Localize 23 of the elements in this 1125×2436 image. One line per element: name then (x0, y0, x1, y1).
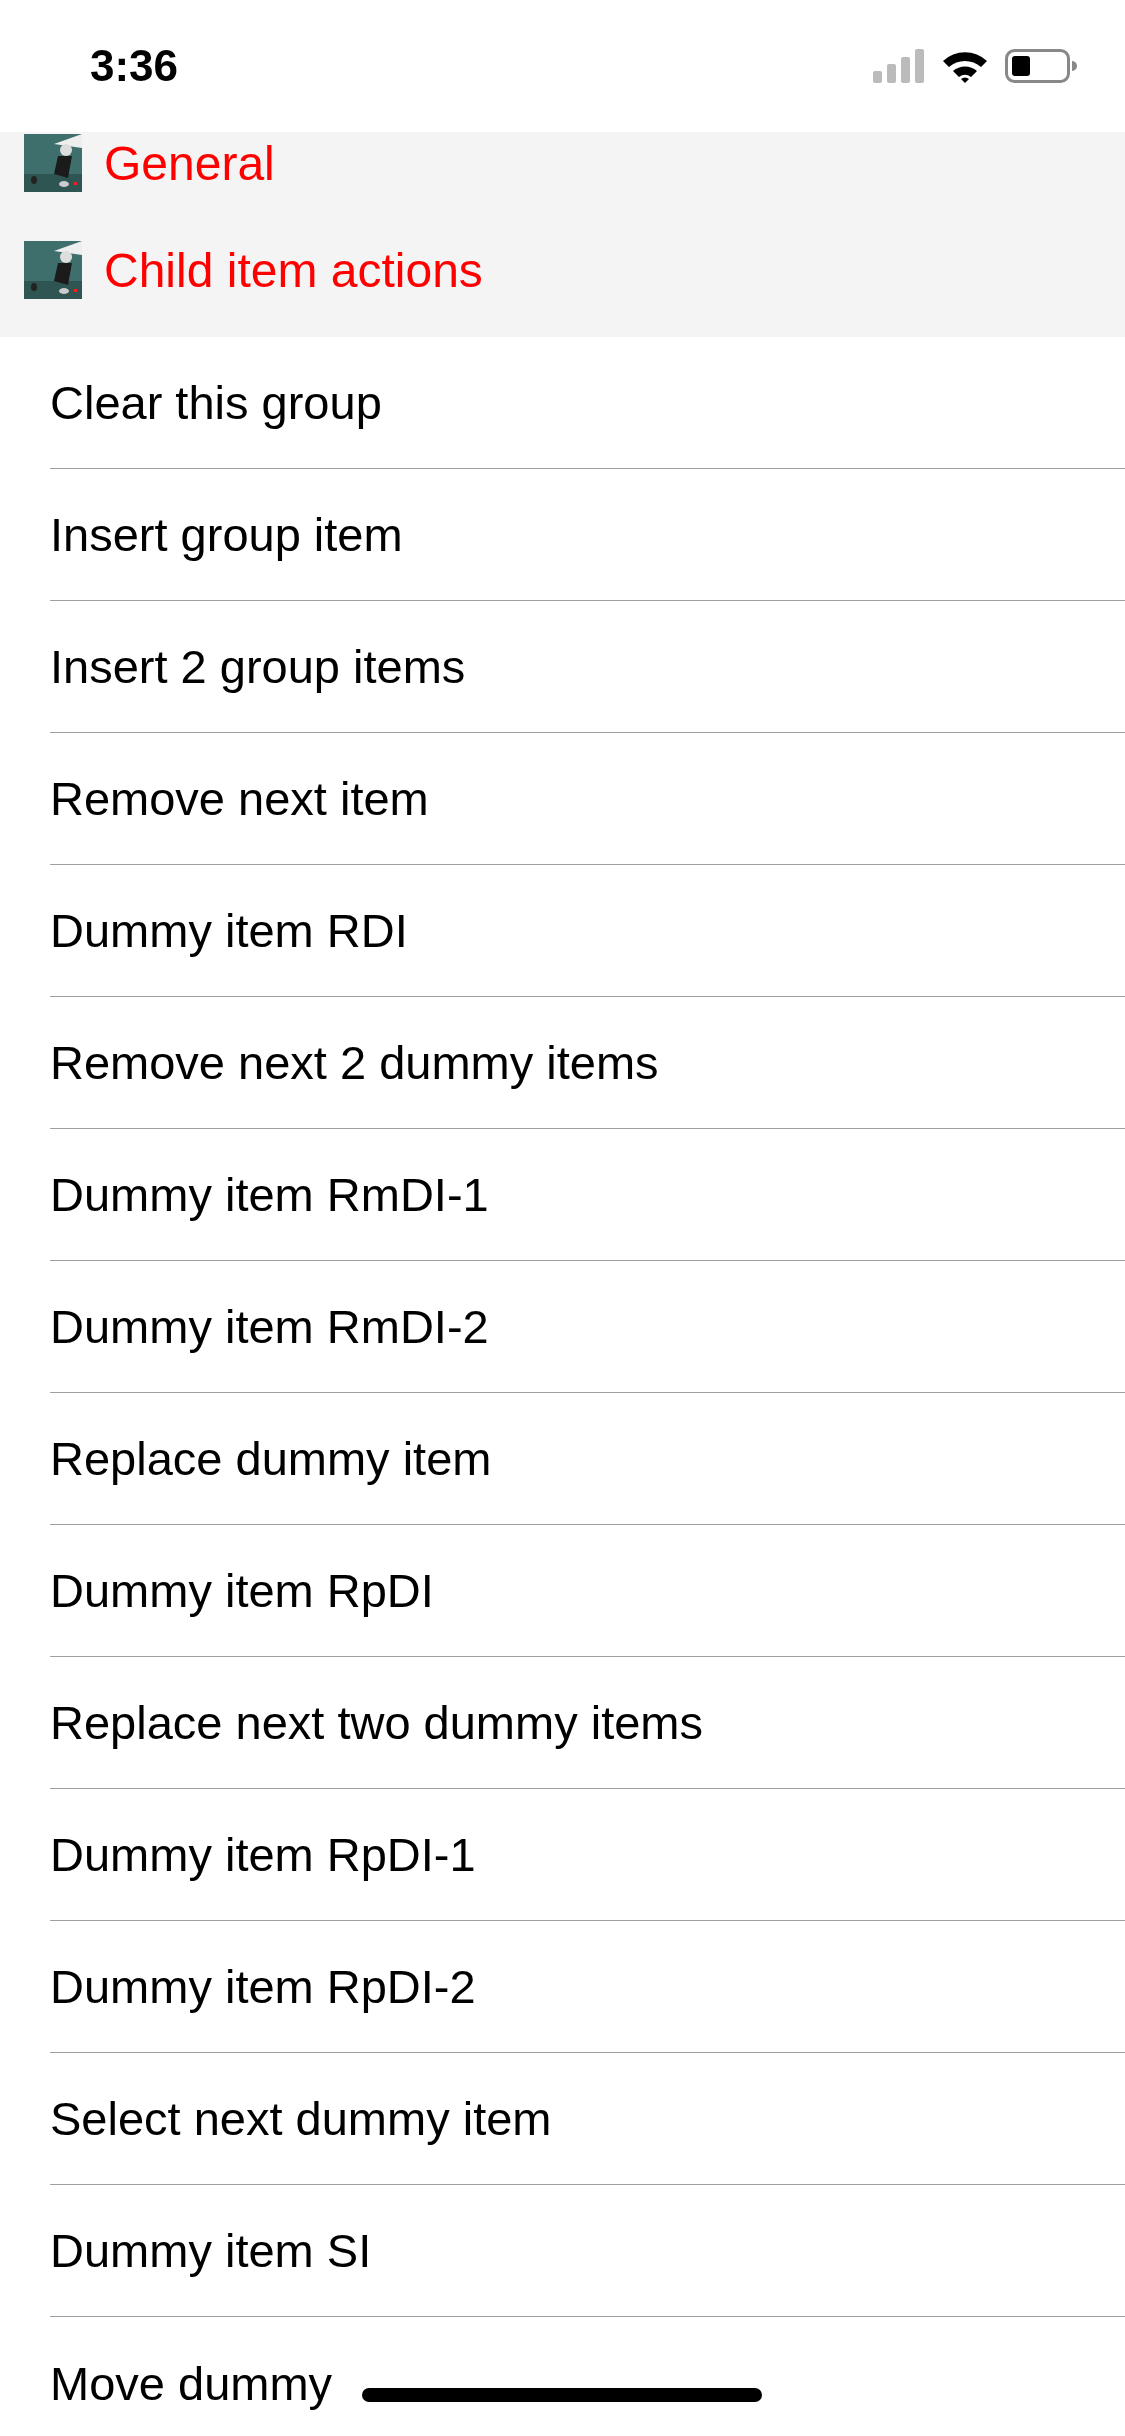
list-item[interactable]: Clear this group (50, 337, 1125, 469)
wifi-icon (941, 49, 989, 83)
list-item[interactable]: Remove next item (50, 733, 1125, 865)
list-item[interactable]: Remove next 2 dummy items (50, 997, 1125, 1129)
list-item[interactable]: Dummy item RmDI-2 (50, 1261, 1125, 1393)
list-item[interactable]: Move dummy (50, 2317, 1125, 2436)
list-item[interactable]: Dummy item RpDI-1 (50, 1789, 1125, 1921)
signal-icon (873, 49, 925, 83)
battery-icon (1005, 49, 1077, 83)
status-time: 3:36 (90, 41, 179, 91)
home-indicator[interactable] (362, 2388, 762, 2402)
list-item[interactable]: Replace dummy item (50, 1393, 1125, 1525)
list-item[interactable]: Dummy item RmDI-1 (50, 1129, 1125, 1261)
list-item[interactable]: Replace next two dummy items (50, 1657, 1125, 1789)
list-item[interactable]: Select next dummy item (50, 2053, 1125, 2185)
list-item[interactable]: Insert group item (50, 469, 1125, 601)
section-title: Child item actions (104, 242, 483, 298)
list-item[interactable]: Insert 2 group items (50, 601, 1125, 733)
list-item[interactable]: Dummy item RDI (50, 865, 1125, 997)
list-item[interactable]: Dummy item SI (50, 2185, 1125, 2317)
list-item[interactable]: Dummy item RpDI (50, 1525, 1125, 1657)
section-title: General (104, 135, 275, 191)
list-item[interactable]: Dummy item RpDI-2 (50, 1921, 1125, 2053)
